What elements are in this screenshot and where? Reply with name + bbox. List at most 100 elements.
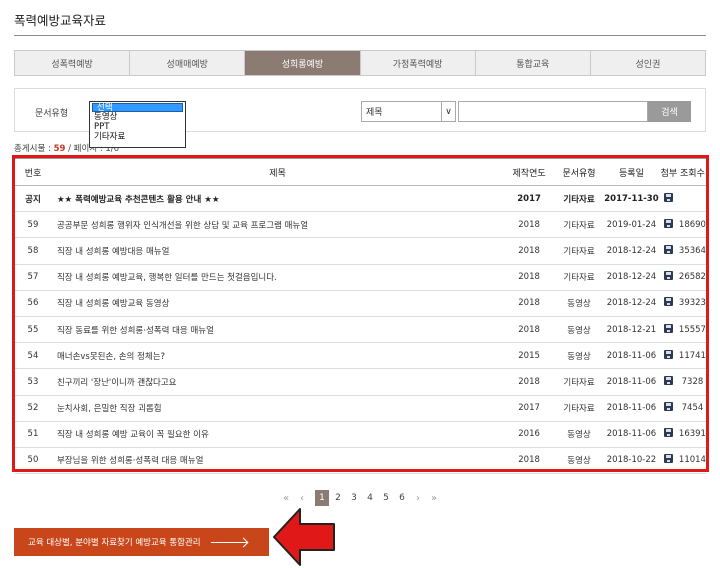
- tab-sexual-violence-prevention[interactable]: 성폭력예방: [15, 51, 131, 75]
- floppy-disk-icon[interactable]: [664, 349, 674, 359]
- chevron-down-icon: ∨: [441, 102, 455, 121]
- cell-attach: [658, 447, 679, 475]
- cell-title[interactable]: 직장 내 성희롱 예방교육 동영상: [50, 290, 505, 317]
- cell-type: 기타자료: [554, 211, 604, 239]
- cell-title[interactable]: 직장 내 성희롱 예방 교육이 꼭 필요한 이유: [50, 421, 505, 448]
- floppy-disk-icon[interactable]: [664, 323, 674, 333]
- floppy-disk-icon[interactable]: [664, 375, 674, 385]
- table-row[interactable]: 55 직장 동료를 위한 성희롱·성폭력 대응 매뉴얼 2018 동영상 2018-12…: [15, 316, 706, 344]
- cell-type: 동영상: [554, 447, 604, 475]
- cell-type: 기타자료: [554, 264, 604, 291]
- cell-year: 2015: [504, 342, 555, 370]
- last-page-button[interactable]: »: [427, 490, 441, 506]
- cell-title[interactable]: 직장 동료를 위한 성희롱·성폭력 대응 매뉴얼: [50, 316, 505, 344]
- cell-date: 2018-11-06: [603, 342, 659, 370]
- floppy-disk-icon[interactable]: [664, 271, 674, 281]
- cell-no: 52: [15, 395, 51, 422]
- cell-no: 54: [15, 342, 51, 370]
- cell-views: 15557: [678, 316, 706, 344]
- cell-title[interactable]: 매너손vs못된손, 손의 정체는?: [50, 342, 505, 370]
- cell-type: 기타자료: [554, 185, 604, 213]
- page-1[interactable]: 1: [315, 490, 329, 506]
- cell-title[interactable]: 직장 내 성희롱 예방대응 매뉴얼: [50, 237, 505, 265]
- title-divider: [14, 35, 706, 36]
- cell-no: 51: [15, 421, 51, 448]
- highlighted-board-table: 번호 제목 제작연도 문서유형 등록일 첨부 조회수 공지 ★★ 폭력예방교육 추…: [12, 155, 709, 475]
- next-page-button[interactable]: ›: [411, 490, 425, 506]
- integrated-management-label: 교육 대상별, 분야별 자료찾기 예방교육 통합관리: [28, 538, 201, 548]
- cell-title[interactable]: 직장 내 성희롱 예방교육, 행복한 일터를 만드는 첫걸음입니다.: [50, 264, 505, 291]
- search-field-select[interactable]: 제목 ∨: [361, 101, 456, 122]
- cell-type: 동영상: [554, 421, 604, 448]
- floppy-disk-icon[interactable]: [664, 218, 674, 228]
- page-3[interactable]: 3: [347, 490, 361, 506]
- tab-sexual-rights[interactable]: 성인권: [590, 51, 706, 75]
- cell-type: 기타자료: [554, 395, 604, 422]
- table-row[interactable]: 54 매너손vs못된손, 손의 정체는? 2015 동영상 2018-11-06 1174…: [15, 342, 706, 370]
- cell-attach: [658, 395, 679, 422]
- table-row[interactable]: 59 공공부문 성희롱 행위자 인식개선을 위한 상담 및 교육 프로그램 매뉴얼…: [15, 211, 706, 239]
- integrated-management-button[interactable]: 교육 대상별, 분야별 자료찾기 예방교육 통합관리: [14, 528, 269, 556]
- doc-type-dropdown-list[interactable]: 선택 동영상 PPT 기타자료: [89, 101, 186, 148]
- page-2[interactable]: 2: [331, 490, 345, 506]
- table-row[interactable]: 56 직장 내 성희롱 예방교육 동영상 2018 동영상 2018-12-24 3932…: [15, 290, 706, 317]
- notice-row[interactable]: 공지 ★★ 폭력예방교육 추천콘텐츠 활용 안내 ★★ 2017 기타자료 2017-1…: [15, 185, 706, 213]
- cell-year: 2018: [504, 211, 555, 239]
- tab-sexual-harassment-prevention[interactable]: 성희롱예방: [245, 51, 361, 75]
- cell-views: 35364: [678, 237, 706, 265]
- table-row[interactable]: 53 친구끼리 '장난'이니까 괜찮다고요 2018 기타자료 2018-11-06 73…: [15, 368, 706, 396]
- cell-title[interactable]: 부장님을 위한 성희롱·성폭력 대응 매뉴얼: [50, 447, 505, 475]
- table-header-row: 번호 제목 제작연도 문서유형 등록일 첨부 조회수: [15, 158, 706, 186]
- cell-title[interactable]: 눈치사회, 은밀한 직장 괴롭힘: [50, 395, 505, 422]
- table-row[interactable]: 52 눈치사회, 은밀한 직장 괴롭힘 2017 기타자료 2018-11-06 7454: [15, 395, 706, 422]
- first-page-button[interactable]: «: [279, 490, 293, 506]
- cell-attach: [658, 316, 679, 344]
- floppy-disk-icon[interactable]: [664, 402, 674, 412]
- table-row[interactable]: 50 부장님을 위한 성희롱·성폭력 대응 매뉴얼 2018 동영상 2018-10-2…: [15, 447, 706, 475]
- cell-date: 2018-10-22: [603, 447, 659, 475]
- cell-date: 2018-12-21: [603, 316, 659, 344]
- cell-year: 2018: [504, 264, 555, 291]
- cell-attach: [658, 368, 679, 396]
- cell-year: 2018: [504, 368, 555, 396]
- page-4[interactable]: 4: [363, 490, 377, 506]
- cell-title[interactable]: 공공부문 성희롱 행위자 인식개선을 위한 상담 및 교육 프로그램 매뉴얼: [50, 211, 505, 239]
- doc-type-option-select[interactable]: 선택: [92, 103, 183, 112]
- cell-views: 16391: [678, 421, 706, 448]
- floppy-disk-icon[interactable]: [664, 428, 674, 438]
- cell-date: 2018-12-24: [603, 237, 659, 265]
- tab-prostitution-prevention[interactable]: 성매매예방: [130, 51, 246, 75]
- floppy-disk-icon[interactable]: [664, 192, 674, 202]
- pagination: « ‹ 1 2 3 4 5 6 › »: [0, 490, 720, 506]
- tab-domestic-violence-prevention[interactable]: 가정폭력예방: [360, 51, 476, 75]
- cell-type: 동영상: [554, 316, 604, 344]
- table-row[interactable]: 57 직장 내 성희롱 예방교육, 행복한 일터를 만드는 첫걸음입니다. 2018…: [15, 264, 706, 291]
- doc-type-option-ppt[interactable]: PPT: [90, 122, 185, 132]
- doc-type-option-video[interactable]: 동영상: [90, 112, 185, 122]
- floppy-disk-icon[interactable]: [664, 297, 674, 307]
- cell-views: 18690: [678, 211, 706, 239]
- floppy-disk-icon[interactable]: [664, 244, 674, 254]
- search-button[interactable]: 검색: [648, 101, 691, 122]
- floppy-disk-icon[interactable]: [664, 454, 674, 464]
- cell-year: 2017: [504, 185, 555, 213]
- cell-attach: [658, 421, 679, 448]
- search-input[interactable]: [458, 101, 648, 122]
- cell-title[interactable]: ★★ 폭력예방교육 추천콘텐츠 활용 안내 ★★: [50, 185, 505, 213]
- cell-type: 동영상: [554, 342, 604, 370]
- cell-date: 2019-01-24: [603, 211, 659, 239]
- cell-type: 기타자료: [554, 237, 604, 265]
- post-count-total: 59: [53, 144, 66, 154]
- prev-page-button[interactable]: ‹: [295, 490, 309, 506]
- doc-type-option-other[interactable]: 기타자료: [90, 132, 185, 142]
- red-pointer-arrow-icon: [273, 508, 335, 566]
- cell-year: 2016: [504, 421, 555, 448]
- table-row[interactable]: 51 직장 내 성희롱 예방 교육이 꼭 필요한 이유 2016 동영상 2018-11…: [15, 421, 706, 448]
- header-no: 번호: [15, 158, 51, 186]
- table-row[interactable]: 58 직장 내 성희롱 예방대응 매뉴얼 2018 기타자료 2018-12-24 353…: [15, 237, 706, 265]
- tab-integrated-education[interactable]: 통합교육: [475, 51, 591, 75]
- page-6[interactable]: 6: [395, 490, 409, 506]
- cell-year: 2018: [504, 237, 555, 265]
- page-5[interactable]: 5: [379, 490, 393, 506]
- cell-title[interactable]: 친구끼리 '장난'이니까 괜찮다고요: [50, 368, 505, 396]
